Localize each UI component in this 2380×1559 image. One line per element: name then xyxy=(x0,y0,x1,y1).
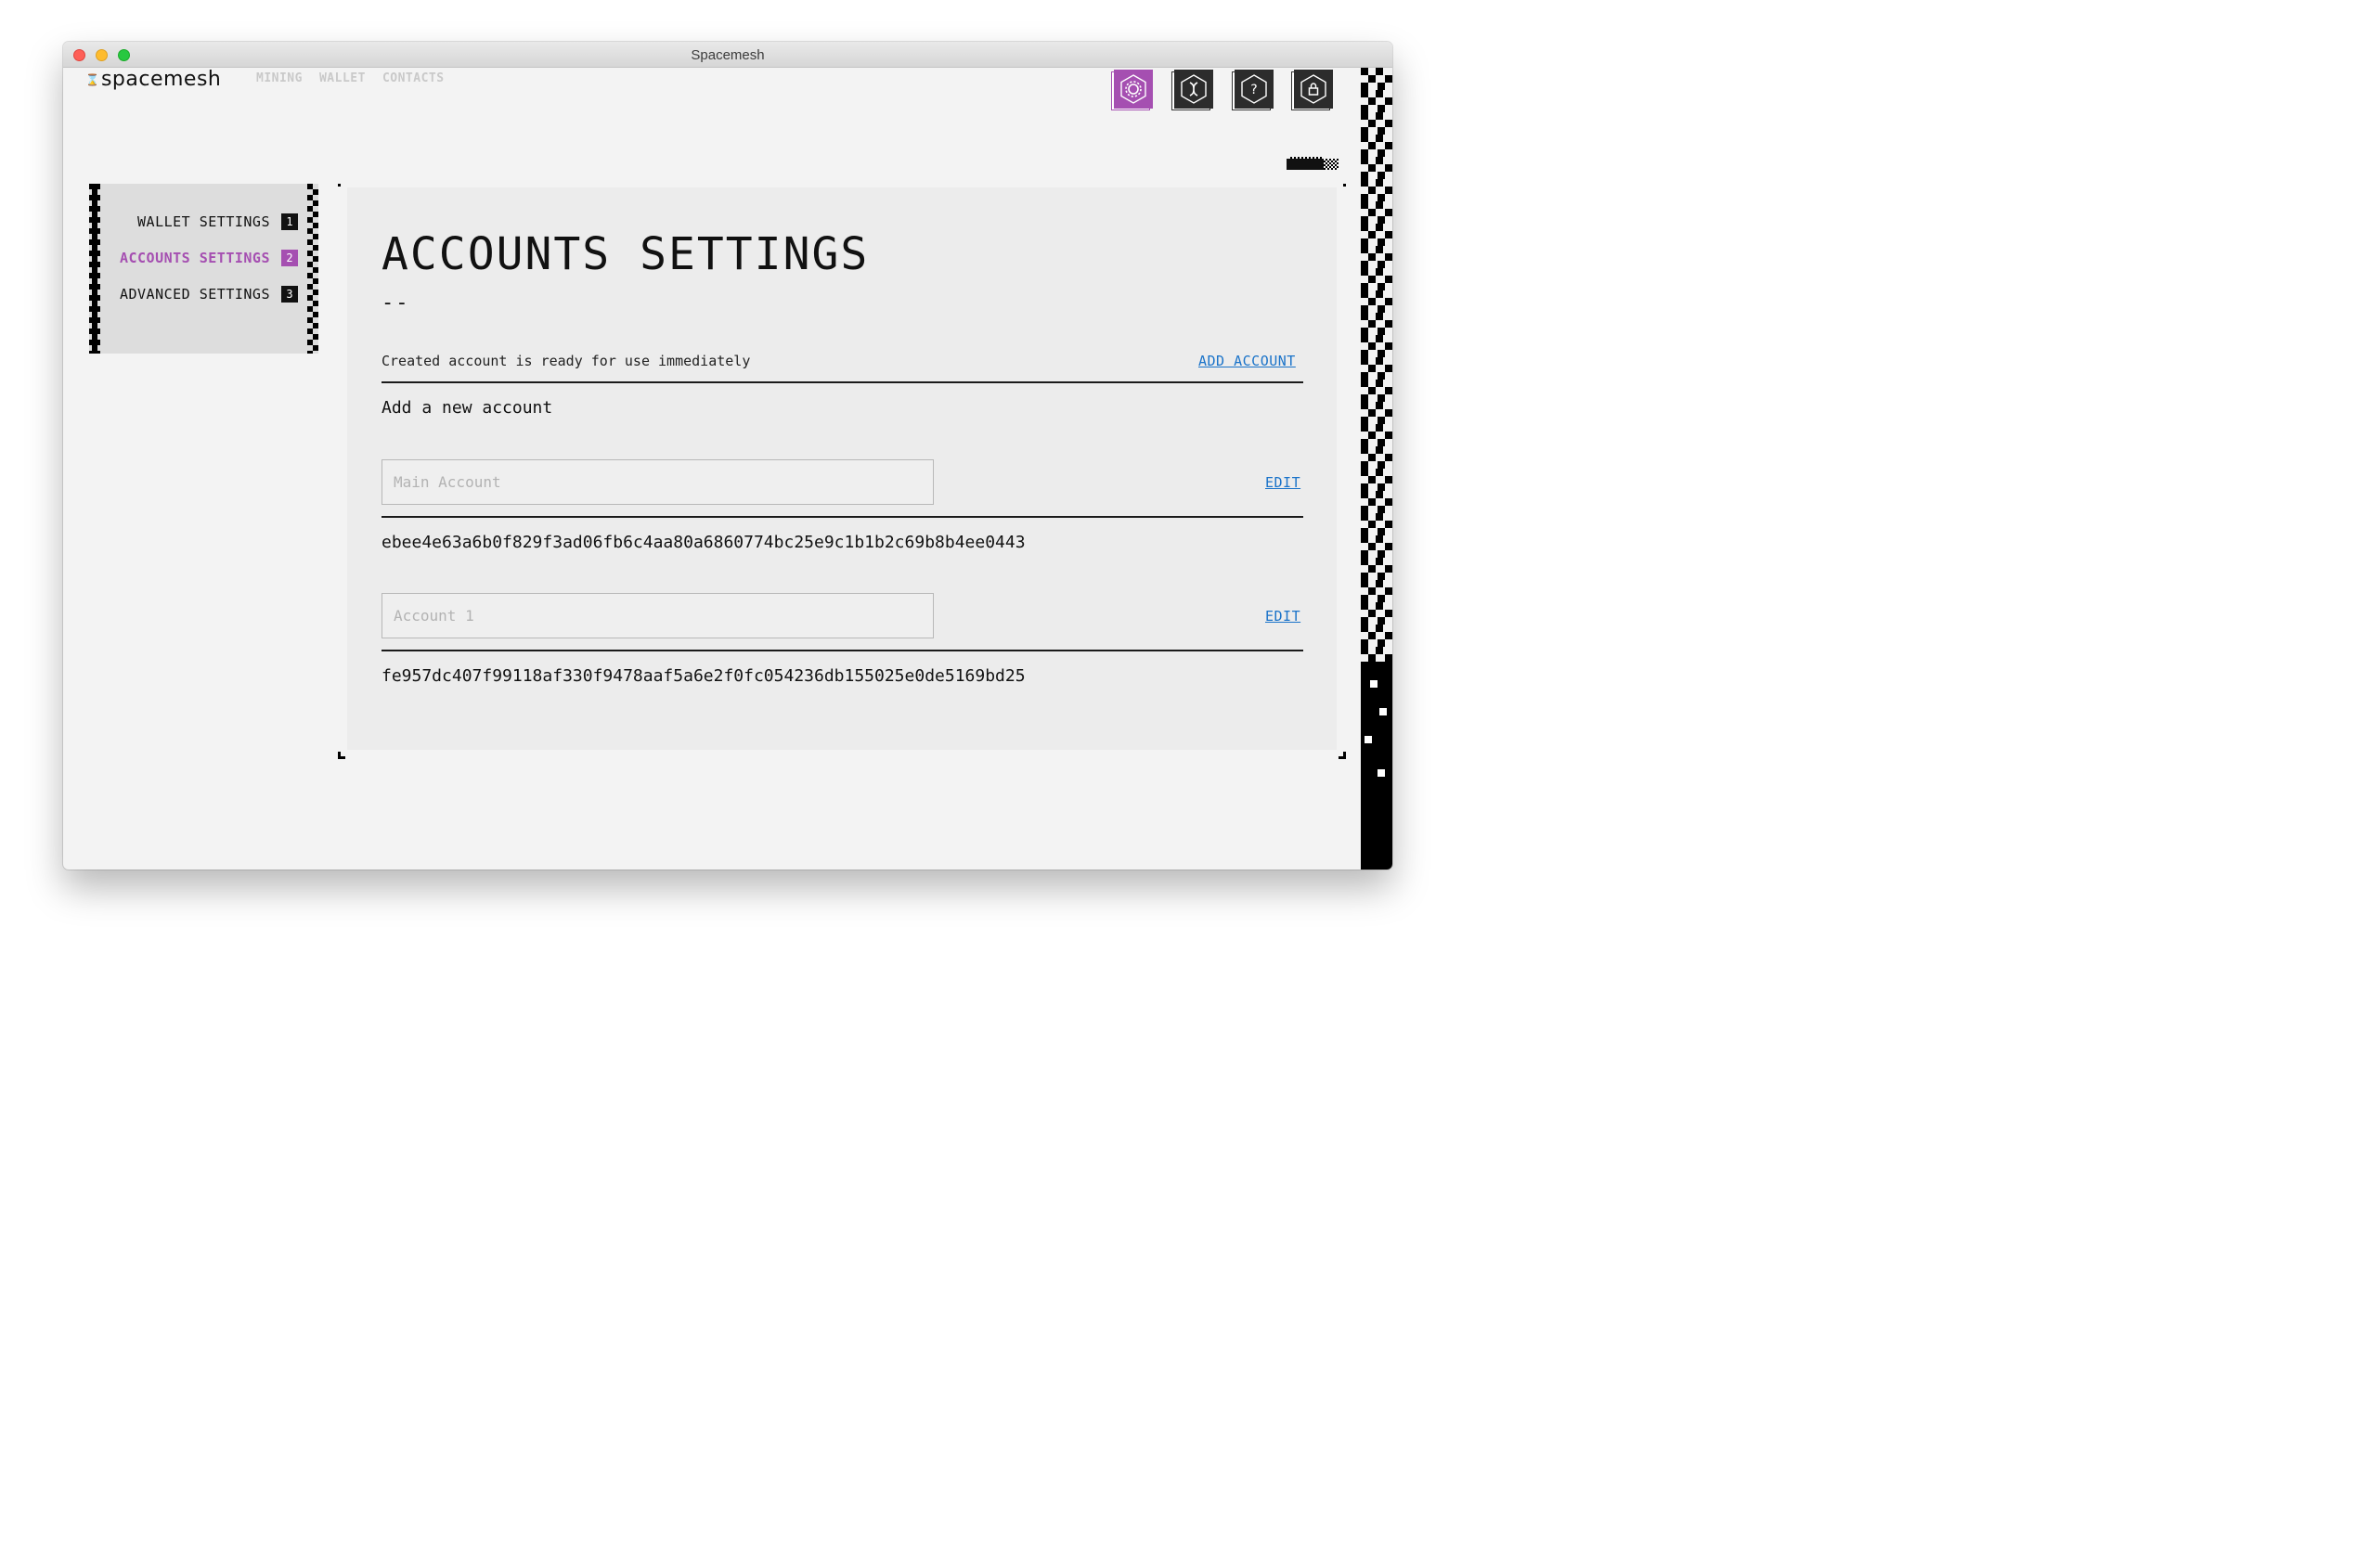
account-name-input-main[interactable] xyxy=(382,459,934,505)
divider xyxy=(382,516,1303,518)
info-text: Created account is ready for use immedia… xyxy=(382,353,751,369)
settings-sidebar: WALLET SETTINGS 1 ACCOUNTS SETTINGS 2 AD… xyxy=(89,184,318,354)
svg-text:?: ? xyxy=(1250,83,1257,97)
corner-mark xyxy=(338,752,345,759)
title-bar: Spacemesh xyxy=(63,42,1392,68)
nav-contacts[interactable]: CONTACTS xyxy=(382,71,445,85)
sidebar-item-number: 1 xyxy=(281,213,298,230)
sidebar-item-label: WALLET SETTINGS xyxy=(137,213,270,230)
sidebar-edge-left xyxy=(89,184,100,354)
corner-mark xyxy=(1343,184,1346,187)
nav-wallet[interactable]: WALLET xyxy=(319,71,366,85)
account-name-input-account-1[interactable] xyxy=(382,593,934,638)
settings-button[interactable] xyxy=(1111,70,1154,112)
sidebar-item-advanced-settings[interactable]: ADVANCED SETTINGS 3 xyxy=(120,286,298,303)
account-public-key: ebee4e63a6b0f829f3ad06fb6c4aa80a6860774b… xyxy=(382,533,1026,552)
logo-text: spacemesh xyxy=(100,68,222,91)
sidebar-item-label: ACCOUNTS SETTINGS xyxy=(119,250,270,266)
sidebar-item-accounts-settings[interactable]: ACCOUNTS SETTINGS 2 xyxy=(120,250,298,266)
edit-account-1-link[interactable]: EDIT xyxy=(1265,608,1300,625)
add-account-link[interactable]: ADD ACCOUNT xyxy=(1198,353,1296,369)
top-nav: MINING WALLET CONTACTS xyxy=(256,71,445,85)
sidebar-item-wallet-settings[interactable]: WALLET SETTINGS 1 xyxy=(137,213,298,230)
accounts-settings-panel: ACCOUNTS SETTINGS -- Created account is … xyxy=(338,184,1346,759)
lock-button[interactable] xyxy=(1291,70,1334,112)
hourglass-icon: ⌛ xyxy=(85,72,99,86)
divider xyxy=(382,650,1303,651)
sidebar-item-number: 2 xyxy=(281,250,298,266)
sidebar-item-label: ADVANCED SETTINGS xyxy=(119,286,270,303)
app-window: Spacemesh ⌛ spacemesh MINING WALLET CONT… xyxy=(63,42,1392,870)
add-account-heading: Add a new account xyxy=(382,398,553,418)
decorative-pattern-strip xyxy=(1361,68,1392,870)
edit-account-main-link[interactable]: EDIT xyxy=(1265,474,1300,491)
account-public-key: fe957dc407f99118af330f9478aaf5a6e2f0fc05… xyxy=(382,666,1026,686)
corner-mark xyxy=(1339,752,1346,759)
window-title: Spacemesh xyxy=(691,47,765,63)
sidebar-edge-right xyxy=(307,184,318,354)
divider xyxy=(382,381,1303,383)
corner-mark xyxy=(338,184,341,187)
title-dash: -- xyxy=(382,291,410,315)
decorative-pattern-small xyxy=(1287,157,1339,170)
help-icon: ? xyxy=(1241,74,1267,104)
nav-mining[interactable]: MINING xyxy=(256,71,303,85)
dna-icon xyxy=(1181,74,1207,104)
lock-icon xyxy=(1300,74,1326,104)
page-title: ACCOUNTS SETTINGS xyxy=(382,228,870,280)
settings-icon xyxy=(1120,74,1146,104)
logo: ⌛ spacemesh xyxy=(85,68,221,91)
help-button[interactable]: ? xyxy=(1232,70,1274,112)
sidebar-item-number: 3 xyxy=(281,286,298,303)
dna-button[interactable] xyxy=(1171,70,1214,112)
